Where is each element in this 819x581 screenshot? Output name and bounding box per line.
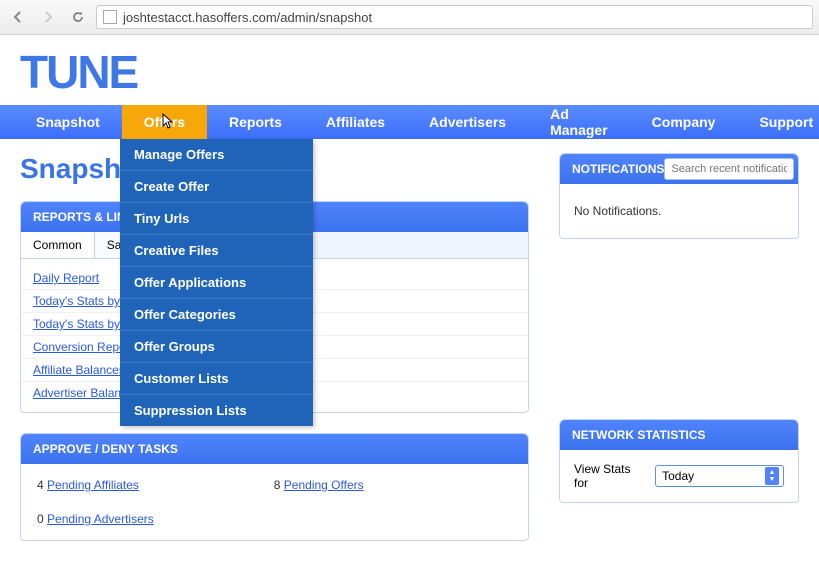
reload-button[interactable] xyxy=(66,5,90,29)
nav-snapshot[interactable]: Snapshot xyxy=(14,105,122,139)
main-nav: Snapshot Offers Reports Affiliates Adver… xyxy=(0,105,819,139)
dropdown-tiny-urls[interactable]: Tiny Urls xyxy=(120,203,313,235)
dropdown-customer-lists[interactable]: Customer Lists xyxy=(120,363,313,395)
tasks-panel-header: APPROVE / DENY TASKS xyxy=(21,434,528,464)
nav-advertisers[interactable]: Advertisers xyxy=(407,105,528,139)
dropdown-manage-offers[interactable]: Manage Offers xyxy=(120,139,313,171)
notifications-search-input[interactable] xyxy=(664,158,794,180)
dropdown-create-offer[interactable]: Create Offer xyxy=(120,171,313,203)
forward-button[interactable] xyxy=(36,5,60,29)
stats-selected-value: Today xyxy=(662,469,694,483)
tasks-right-col: 8 Pending Offers xyxy=(274,478,364,526)
offers-dropdown: Manage Offers Create Offer Tiny Urls Cre… xyxy=(120,139,313,426)
stats-label: View Stats for xyxy=(574,462,647,490)
url-text: joshtestacct.hasoffers.com/admin/snapsho… xyxy=(123,10,372,25)
dropdown-creative-files[interactable]: Creative Files xyxy=(120,235,313,267)
nav-support[interactable]: Support xyxy=(737,105,819,139)
dropdown-offer-applications[interactable]: Offer Applications xyxy=(120,267,313,299)
url-bar[interactable]: joshtestacct.hasoffers.com/admin/snapsho… xyxy=(96,5,813,29)
link-pending-advertisers[interactable]: Pending Advertisers xyxy=(47,512,154,526)
link-pending-offers[interactable]: Pending Offers xyxy=(284,478,364,492)
approve-deny-tasks-panel: APPROVE / DENY TASKS 4 Pending Affiliate… xyxy=(20,433,529,541)
nav-offers[interactable]: Offers xyxy=(122,105,207,139)
tasks-left-col: 4 Pending Affiliates 0 Pending Advertise… xyxy=(37,478,154,526)
dropdown-offer-categories[interactable]: Offer Categories xyxy=(120,299,313,331)
nav-affiliates[interactable]: Affiliates xyxy=(304,105,407,139)
nav-reports[interactable]: Reports xyxy=(207,105,304,139)
browser-toolbar: joshtestacct.hasoffers.com/admin/snapsho… xyxy=(0,0,819,35)
notifications-body: No Notifications. xyxy=(560,184,798,238)
stats-range-select[interactable]: Today ▲▼ xyxy=(655,465,784,487)
task-pending-advertisers: 0 Pending Advertisers xyxy=(37,512,154,526)
nav-ad-manager[interactable]: Ad Manager xyxy=(528,105,630,139)
stats-header: NETWORK STATISTICS xyxy=(560,420,798,450)
notifications-header: NOTIFICATIONS xyxy=(560,154,798,184)
back-button[interactable] xyxy=(6,5,30,29)
notifications-title: NOTIFICATIONS xyxy=(572,162,664,176)
logo: TUNE xyxy=(20,46,137,98)
dropdown-suppression-lists[interactable]: Suppression Lists xyxy=(120,395,313,426)
dropdown-offer-groups[interactable]: Offer Groups xyxy=(120,331,313,363)
tab-common[interactable]: Common xyxy=(21,232,95,258)
network-statistics-panel: NETWORK STATISTICS View Stats for Today … xyxy=(559,419,799,503)
link-pending-affiliates[interactable]: Pending Affiliates xyxy=(47,478,139,492)
page-icon xyxy=(103,10,117,24)
task-pending-offers: 8 Pending Offers xyxy=(274,478,364,492)
select-arrows-icon: ▲▼ xyxy=(765,467,779,485)
task-pending-affiliates: 4 Pending Affiliates xyxy=(37,478,154,492)
nav-company[interactable]: Company xyxy=(630,105,738,139)
notifications-panel: NOTIFICATIONS No Notifications. xyxy=(559,153,799,239)
logo-area: TUNE xyxy=(0,35,819,105)
